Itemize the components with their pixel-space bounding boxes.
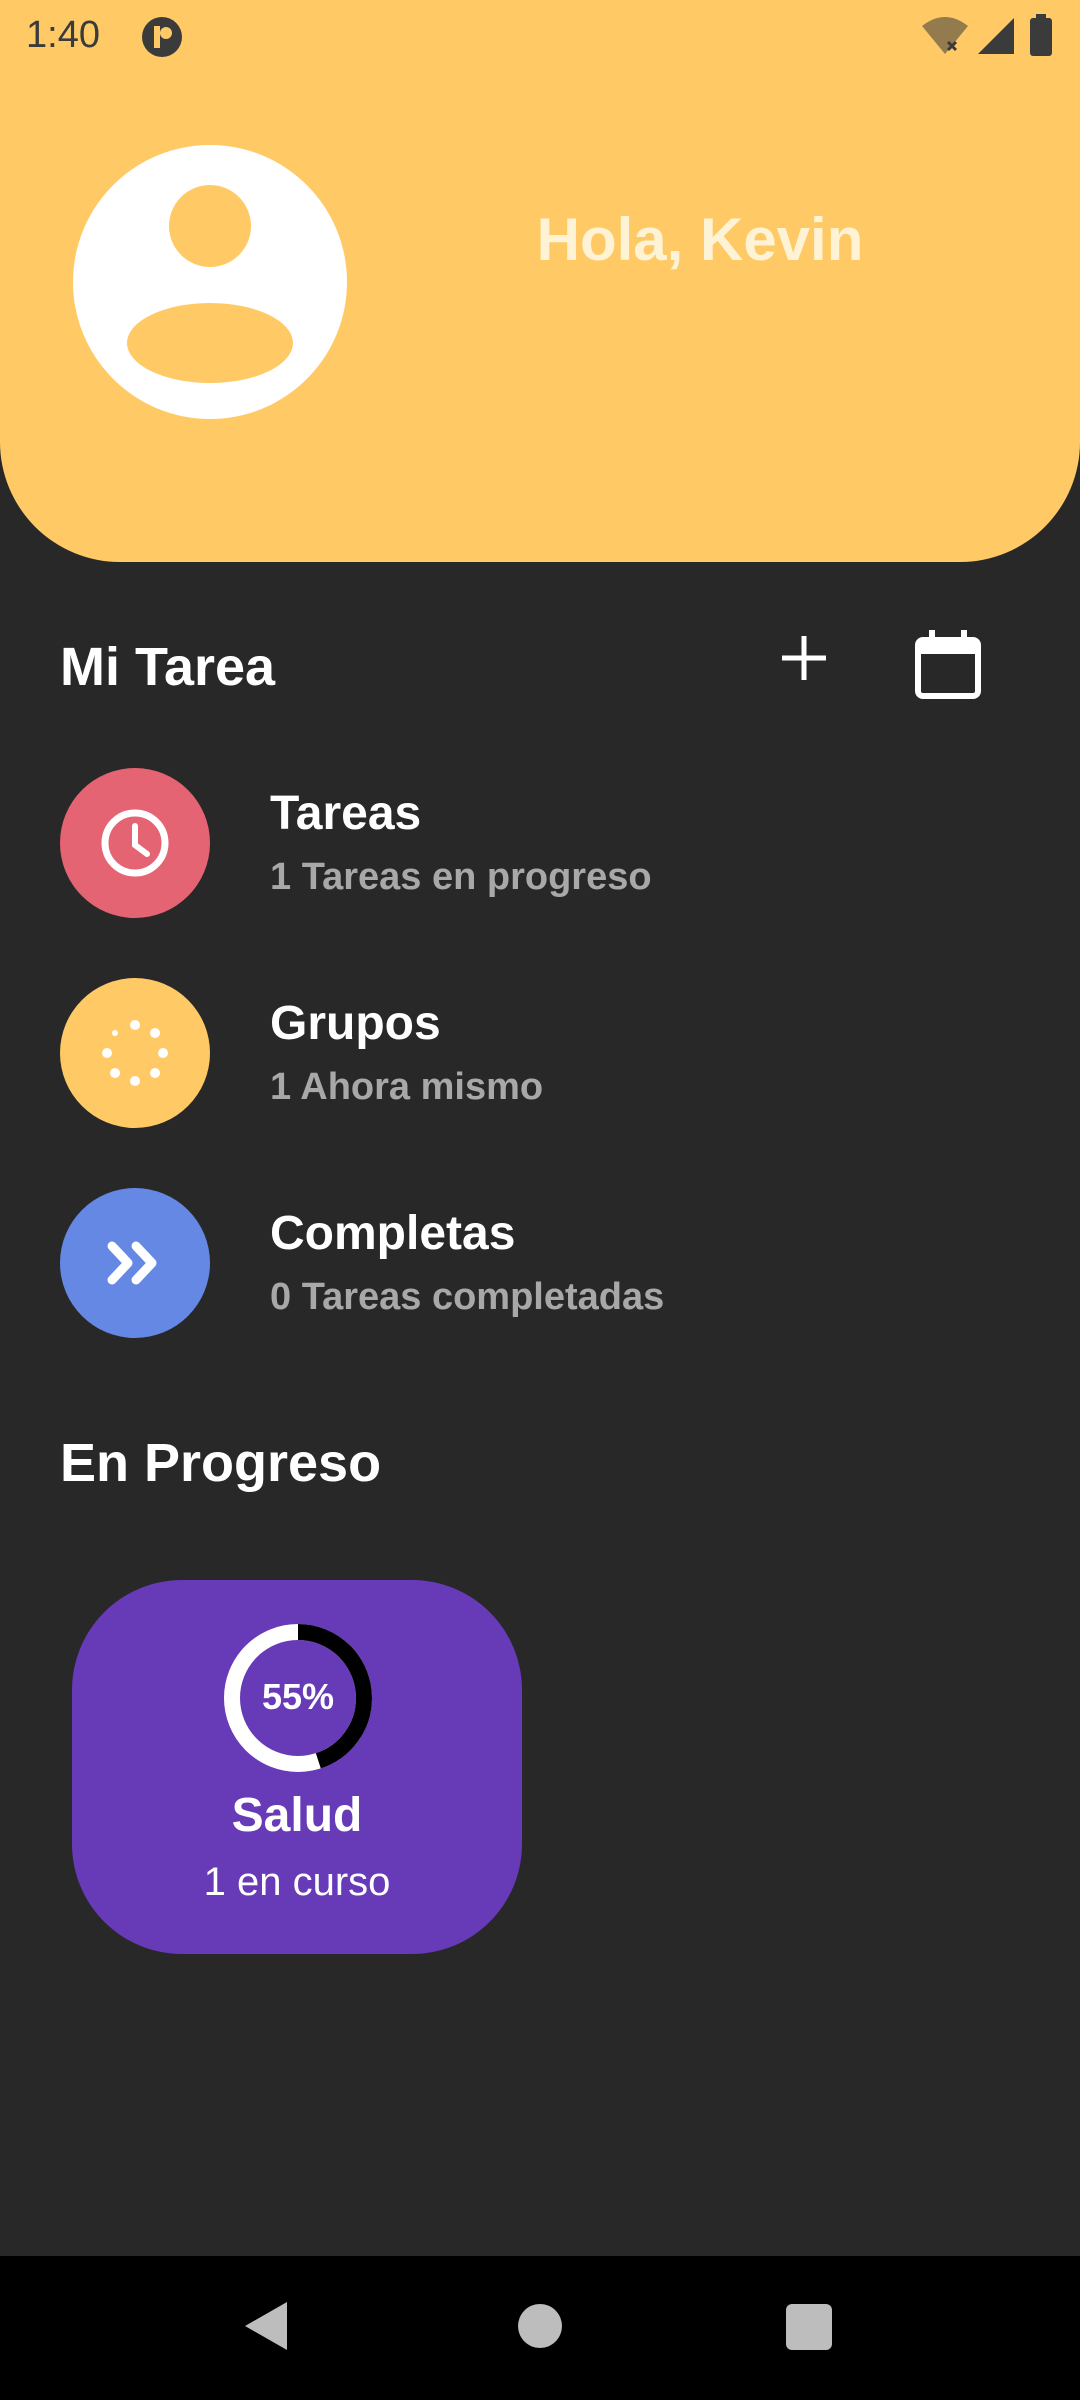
progress-card-subtitle: 1 en curso: [203, 1860, 391, 1904]
avatar[interactable]: [73, 145, 347, 419]
app-notification-icon: [142, 17, 182, 57]
list-item-tareas[interactable]: Tareas 1 Tareas en progreso: [60, 768, 1020, 918]
wifi-icon: [922, 17, 968, 54]
signal-icon: [978, 18, 1014, 54]
recents-icon[interactable]: [786, 2304, 832, 2350]
calendar-icon[interactable]: [914, 630, 982, 700]
list-item-subtitle: 1 Tareas en progreso: [270, 856, 652, 898]
profile-header: 1:40 Hola, Kevin: [0, 0, 1080, 562]
grupos-icon-circle: [60, 978, 210, 1128]
progress-card-title: Salud: [231, 1789, 363, 1842]
greeting-text: Hola, Kevin: [536, 206, 864, 273]
status-icons: [920, 14, 1060, 58]
avatar-body-shape: [127, 303, 293, 383]
clock-icon: [101, 809, 169, 877]
add-task-button[interactable]: [776, 630, 832, 686]
avatar-head-shape: [169, 185, 251, 267]
list-item-grupos[interactable]: Grupos 1 Ahora mismo: [60, 978, 1020, 1128]
progress-percent-label: 55%: [261, 1676, 335, 1717]
status-bar: 1:40: [0, 0, 1080, 72]
double-chevron-right-icon: [107, 1241, 157, 1285]
battery-icon: [1030, 14, 1052, 56]
in-progress-title: En Progreso: [60, 1433, 382, 1493]
home-icon[interactable]: [518, 2304, 562, 2348]
list-item-completas[interactable]: Completas 0 Tareas completadas: [60, 1188, 1020, 1338]
navigation-bar: [0, 2256, 1080, 2400]
progress-card-salud[interactable]: 55% Salud 1 en curso: [72, 1580, 522, 1954]
back-icon[interactable]: [243, 2300, 289, 2352]
list-item-subtitle: 0 Tareas completadas: [270, 1276, 665, 1318]
status-time: 1:40: [26, 14, 100, 56]
my-tasks-title: Mi Tarea: [60, 637, 276, 697]
completas-icon-circle: [60, 1188, 210, 1338]
list-item-title: Tareas: [270, 787, 422, 840]
list-item-title: Completas: [270, 1207, 516, 1260]
tareas-icon-circle: [60, 768, 210, 918]
list-item-subtitle: 1 Ahora mismo: [270, 1066, 544, 1108]
loading-dots-icon: [102, 1020, 168, 1086]
list-item-title: Grupos: [270, 997, 441, 1050]
